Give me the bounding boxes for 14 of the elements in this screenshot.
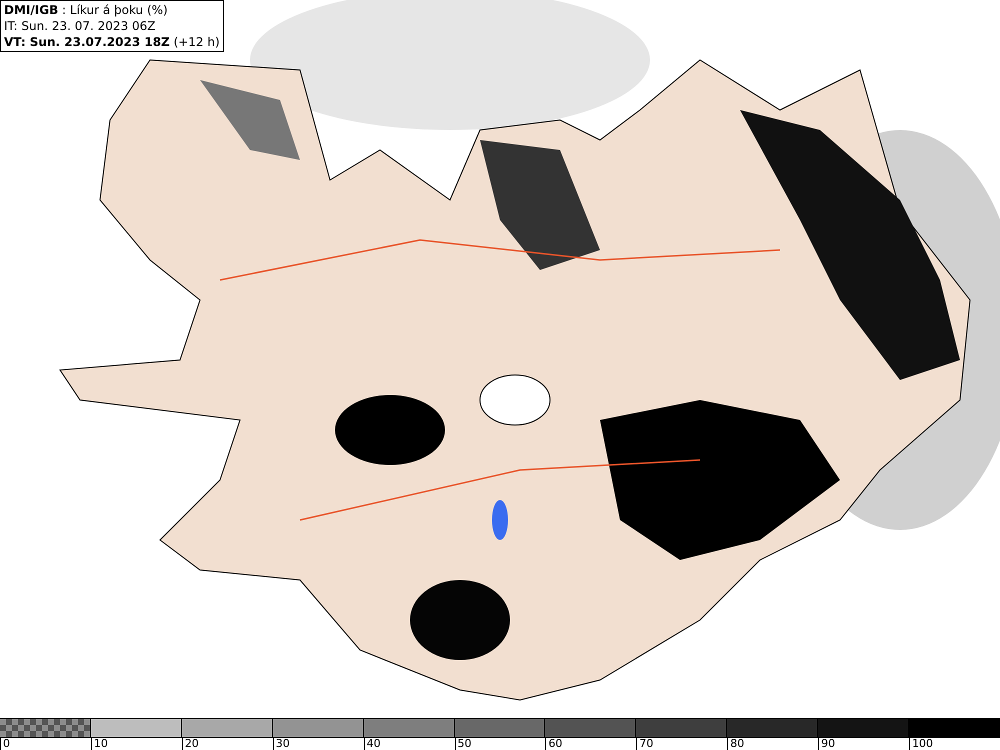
legend-label: 30 [272,738,290,750]
legend-label: 20 [182,738,199,750]
info-line: VT: Sun. 23.07.2023 18Z (+12 h) [4,34,220,50]
legend-label: 50 [454,738,472,750]
legend-label: 10 [90,738,108,750]
info-line: DMI/IGB : Líkur á þoku (%) [4,2,169,18]
legend-label: 80 [727,738,744,750]
legend-label: 70 [636,738,654,750]
legend-label: 60 [545,738,562,750]
legend-label: 0 [0,738,10,750]
legend-label: 40 [364,738,381,750]
legend-label: 100 [909,738,934,750]
legend-label: 90 [818,738,836,750]
info-line: IT: Sun. 23. 07. 2023 06Z [4,18,157,34]
